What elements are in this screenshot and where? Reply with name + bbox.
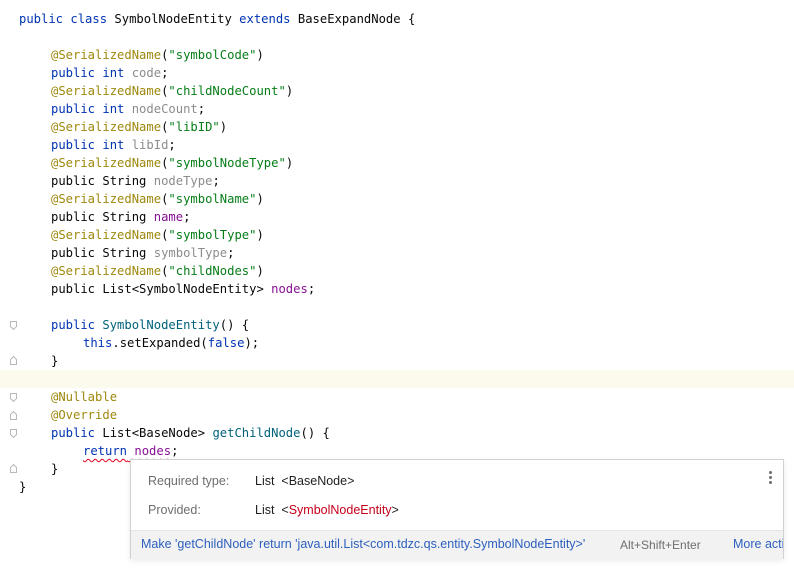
annotation-line[interactable]: @SerializedName("symbolNodeType") — [51, 154, 293, 172]
keyword: extends — [239, 12, 291, 26]
brace-line: } — [51, 352, 58, 370]
keyword: class — [70, 12, 108, 26]
code-editor[interactable]: public class SymbolNodeEntity extends Ba… — [0, 0, 794, 572]
annotation: @SerializedName — [51, 120, 162, 134]
keyword: this — [83, 336, 113, 350]
type-mismatch-popup[interactable]: Required type: List <BaseNode> Provided: L… — [130, 459, 784, 559]
required-type-label: Required type: — [148, 474, 230, 488]
annotation-line[interactable]: @Override — [51, 406, 117, 424]
quick-fix-link[interactable]: Make 'getChildNode' return 'java.util.Li… — [141, 537, 585, 551]
brace: } — [51, 354, 59, 368]
required-type-value: List <BaseNode> — [255, 474, 355, 488]
fold-toggle-icon[interactable] — [10, 321, 17, 330]
annotation: @SerializedName — [51, 84, 162, 98]
shortcut-hint: Alt+Shift+Enter — [620, 538, 701, 552]
field-modifiers: public String — [51, 210, 154, 224]
fold-toggle-icon[interactable] — [10, 393, 17, 402]
field-line[interactable]: public String symbolType; — [51, 244, 234, 262]
field-line[interactable]: public String nodeType; — [51, 172, 220, 190]
annotation: @Nullable — [51, 390, 118, 404]
brace-line: } — [19, 478, 26, 496]
method-name: getChildNode — [212, 426, 301, 440]
current-line-highlight — [0, 370, 794, 388]
field-name: name — [153, 210, 184, 224]
annotation: @SerializedName — [51, 192, 162, 206]
field-modifiers: public String — [51, 174, 154, 188]
string-literal: "libID" — [168, 120, 220, 134]
annotation-line[interactable]: @SerializedName("childNodeCount") — [51, 82, 293, 100]
field-name: nodeCount — [131, 102, 198, 116]
keyword: false — [207, 336, 245, 350]
statement-line[interactable]: this.setExpanded(false); — [83, 334, 259, 352]
return-statement-line[interactable]: return nodes; — [83, 442, 178, 460]
field-line[interactable]: public List<SymbolNodeEntity> nodes; — [51, 280, 315, 298]
fold-toggle-icon[interactable] — [10, 429, 17, 438]
brace-line: } — [51, 460, 58, 478]
brace: { — [407, 12, 416, 26]
more-options-icon[interactable] — [769, 471, 773, 485]
signature: () { — [219, 318, 250, 332]
field-modifiers: public int — [51, 138, 132, 152]
provided-type-value: List <SymbolNodeEntity> — [255, 503, 399, 517]
annotation-line[interactable]: @Nullable — [51, 388, 117, 406]
parent-class: BaseExpandNode — [297, 12, 401, 26]
required-type-row: Required type: List <BaseNode> — [148, 472, 354, 490]
field-name: nodeType — [153, 174, 213, 188]
punctuation: ); — [244, 336, 260, 350]
keyword: public — [51, 426, 96, 440]
method-call: .setExpanded( — [112, 336, 208, 350]
annotation-line[interactable]: @SerializedName("childNodes") — [51, 262, 264, 280]
error-expression[interactable]: nodes — [134, 444, 171, 458]
field-name: symbolType — [153, 246, 228, 260]
annotation-line[interactable]: @SerializedName("libID") — [51, 118, 227, 136]
method-line[interactable]: public List<BaseNode> getChildNode() { — [51, 424, 330, 442]
field-modifiers: public int — [51, 66, 132, 80]
field-name: libId — [131, 138, 169, 152]
field-line[interactable]: public int nodeCount; — [51, 100, 205, 118]
constructor-line[interactable]: public SymbolNodeEntity() { — [51, 316, 249, 334]
annotation: @SerializedName — [51, 228, 162, 242]
fold-end-icon[interactable] — [10, 411, 17, 420]
quick-fix-bar: Make 'getChildNode' return 'java.util.Li… — [131, 530, 783, 559]
provided-type-row: Provided: List <SymbolNodeEntity> — [148, 501, 399, 519]
return-type: List<BaseNode> — [102, 426, 213, 440]
annotation: @SerializedName — [51, 48, 162, 62]
keyword: public — [51, 318, 96, 332]
annotation: @Override — [51, 408, 118, 422]
field-line[interactable]: public int code; — [51, 64, 168, 82]
field-modifiers: public int — [51, 102, 132, 116]
provided-type-label: Provided: — [148, 503, 201, 517]
field-modifiers: public String — [51, 246, 154, 260]
string-literal: "childNodeCount" — [168, 84, 286, 98]
brace: } — [51, 462, 59, 476]
string-literal: "childNodes" — [168, 264, 257, 278]
keyword: public — [19, 12, 64, 26]
string-literal: "symbolName" — [168, 192, 257, 206]
class-name: SymbolNodeEntity — [114, 12, 232, 26]
punctuation: ; — [171, 444, 179, 458]
field-line[interactable]: public int libId; — [51, 136, 176, 154]
brace: } — [19, 480, 27, 494]
annotation-line[interactable]: @SerializedName("symbolName") — [51, 190, 264, 208]
string-literal: "symbolCode" — [168, 48, 257, 62]
string-literal: "symbolType" — [168, 228, 257, 242]
field-name: code — [131, 66, 162, 80]
field-line[interactable]: public String name; — [51, 208, 190, 226]
more-actions-link[interactable]: More actions — [733, 537, 783, 551]
method-name: SymbolNodeEntity — [102, 318, 220, 332]
class-declaration-line[interactable]: public class SymbolNodeEntity extends Ba… — [19, 10, 415, 28]
keyword: return — [83, 444, 128, 458]
fold-end-icon[interactable] — [10, 356, 17, 365]
annotation-line[interactable]: @SerializedName("symbolCode") — [51, 46, 264, 64]
annotation-line[interactable]: @SerializedName("symbolType") — [51, 226, 264, 244]
string-literal: "symbolNodeType" — [168, 156, 286, 170]
annotation: @SerializedName — [51, 156, 162, 170]
field-modifiers: public List<SymbolNodeEntity> — [51, 282, 272, 296]
field-name: nodes — [271, 282, 308, 296]
signature: () { — [300, 426, 330, 440]
fold-end-icon[interactable] — [10, 464, 17, 473]
editor-gutter[interactable] — [0, 0, 15, 572]
annotation: @SerializedName — [51, 264, 162, 278]
